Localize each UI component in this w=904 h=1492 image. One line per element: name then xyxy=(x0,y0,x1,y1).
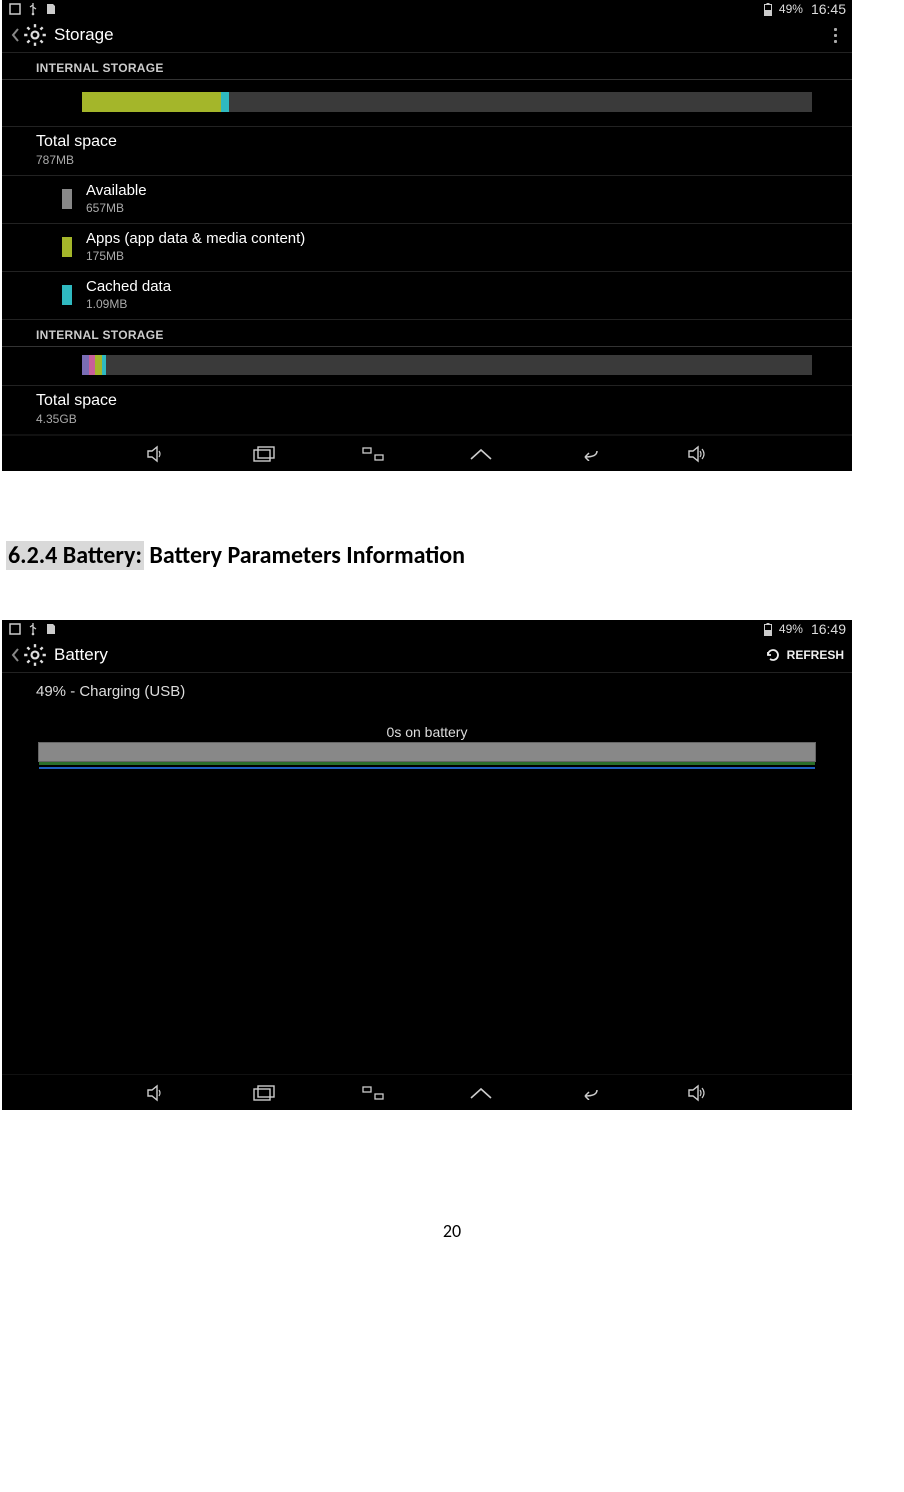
total-space-label: Total space xyxy=(36,392,836,410)
total-space-row[interactable]: Total space 787MB xyxy=(2,127,852,176)
battery-graph[interactable]: 0s on battery xyxy=(2,710,852,766)
screenshot-icon[interactable] xyxy=(359,443,387,465)
storage-usage-bar xyxy=(2,347,852,386)
refresh-icon xyxy=(765,647,781,663)
heading-text: Battery Parameters Information xyxy=(144,541,465,570)
back-icon[interactable] xyxy=(10,27,20,43)
heading-number: 6.2.4 Battery: xyxy=(6,541,144,570)
volume-down-icon[interactable] xyxy=(142,443,170,465)
clock: 16:45 xyxy=(811,1,846,17)
refresh-label: REFRESH xyxy=(787,648,844,662)
overflow-menu-icon[interactable] xyxy=(826,24,844,46)
volume-down-icon[interactable] xyxy=(142,1082,170,1104)
action-bar: Battery REFRESH xyxy=(2,638,852,673)
recent-apps-icon[interactable] xyxy=(250,443,278,465)
status-bar: 49% 16:45 xyxy=(2,0,852,18)
battery-icon xyxy=(761,2,775,16)
category-label: Apps (app data & media content) xyxy=(86,230,305,247)
back-nav-icon[interactable] xyxy=(575,443,603,465)
category-value: 1.09MB xyxy=(86,297,171,311)
notification-icon xyxy=(8,2,22,16)
battery-graph-bar xyxy=(38,742,816,762)
settings-gear-icon[interactable] xyxy=(22,642,48,668)
color-swatch xyxy=(62,285,72,305)
sd-icon xyxy=(44,622,58,636)
storage-usage-bar xyxy=(2,80,852,127)
total-space-row[interactable]: Total space 4.35GB xyxy=(2,386,852,435)
category-value: 657MB xyxy=(86,201,147,215)
usb-icon xyxy=(26,2,40,16)
recent-apps-icon[interactable] xyxy=(250,1082,278,1104)
volume-up-icon[interactable] xyxy=(684,1082,712,1104)
back-icon[interactable] xyxy=(10,647,20,663)
section-header: INTERNAL STORAGE xyxy=(2,320,852,347)
notification-icon xyxy=(8,622,22,636)
battery-percent: 49% xyxy=(779,2,803,16)
page-title: Battery xyxy=(54,645,765,665)
color-swatch xyxy=(62,237,72,257)
battery-status-text: 49% - Charging (USB) xyxy=(2,673,852,710)
document-section-heading: 6.2.4 Battery: Battery Parameters Inform… xyxy=(6,541,904,570)
color-swatch xyxy=(62,189,72,209)
usage-segment xyxy=(221,92,230,112)
category-value: 175MB xyxy=(86,249,305,263)
usb-icon xyxy=(26,622,40,636)
home-icon[interactable] xyxy=(467,1082,495,1104)
sd-icon xyxy=(44,2,58,16)
category-label: Available xyxy=(86,182,147,199)
storage-screenshot: 49% 16:45 Storage INTERNAL STORAGE Total… xyxy=(2,0,852,471)
navigation-bar xyxy=(2,1074,852,1110)
volume-up-icon[interactable] xyxy=(684,443,712,465)
settings-gear-icon[interactable] xyxy=(22,22,48,48)
usage-segment xyxy=(82,92,221,112)
action-bar: Storage xyxy=(2,18,852,53)
battery-screenshot: 49% 16:49 Battery REFRESH 49% - Charging… xyxy=(2,620,852,1110)
total-space-value: 787MB xyxy=(36,153,836,167)
section-header: INTERNAL STORAGE xyxy=(2,53,852,80)
category-label: Cached data xyxy=(86,278,171,295)
page-title: Storage xyxy=(54,25,826,45)
storage-category-row[interactable]: Cached data 1.09MB xyxy=(2,272,852,320)
screenshot-icon[interactable] xyxy=(359,1082,387,1104)
storage-category-row[interactable]: Available 657MB xyxy=(2,176,852,224)
refresh-button[interactable]: REFRESH xyxy=(765,647,844,663)
usage-segment xyxy=(102,355,106,375)
total-space-value: 4.35GB xyxy=(36,412,836,426)
status-bar: 49% 16:49 xyxy=(2,620,852,638)
home-icon[interactable] xyxy=(467,443,495,465)
back-nav-icon[interactable] xyxy=(575,1082,603,1104)
battery-graph-label: 0s on battery xyxy=(38,724,816,740)
navigation-bar xyxy=(2,435,852,471)
clock: 16:49 xyxy=(811,621,846,637)
page-number: 20 xyxy=(0,1220,904,1262)
battery-percent: 49% xyxy=(779,622,803,636)
total-space-label: Total space xyxy=(36,133,836,151)
battery-icon xyxy=(761,622,775,636)
storage-category-row[interactable]: Apps (app data & media content) 175MB xyxy=(2,224,852,272)
